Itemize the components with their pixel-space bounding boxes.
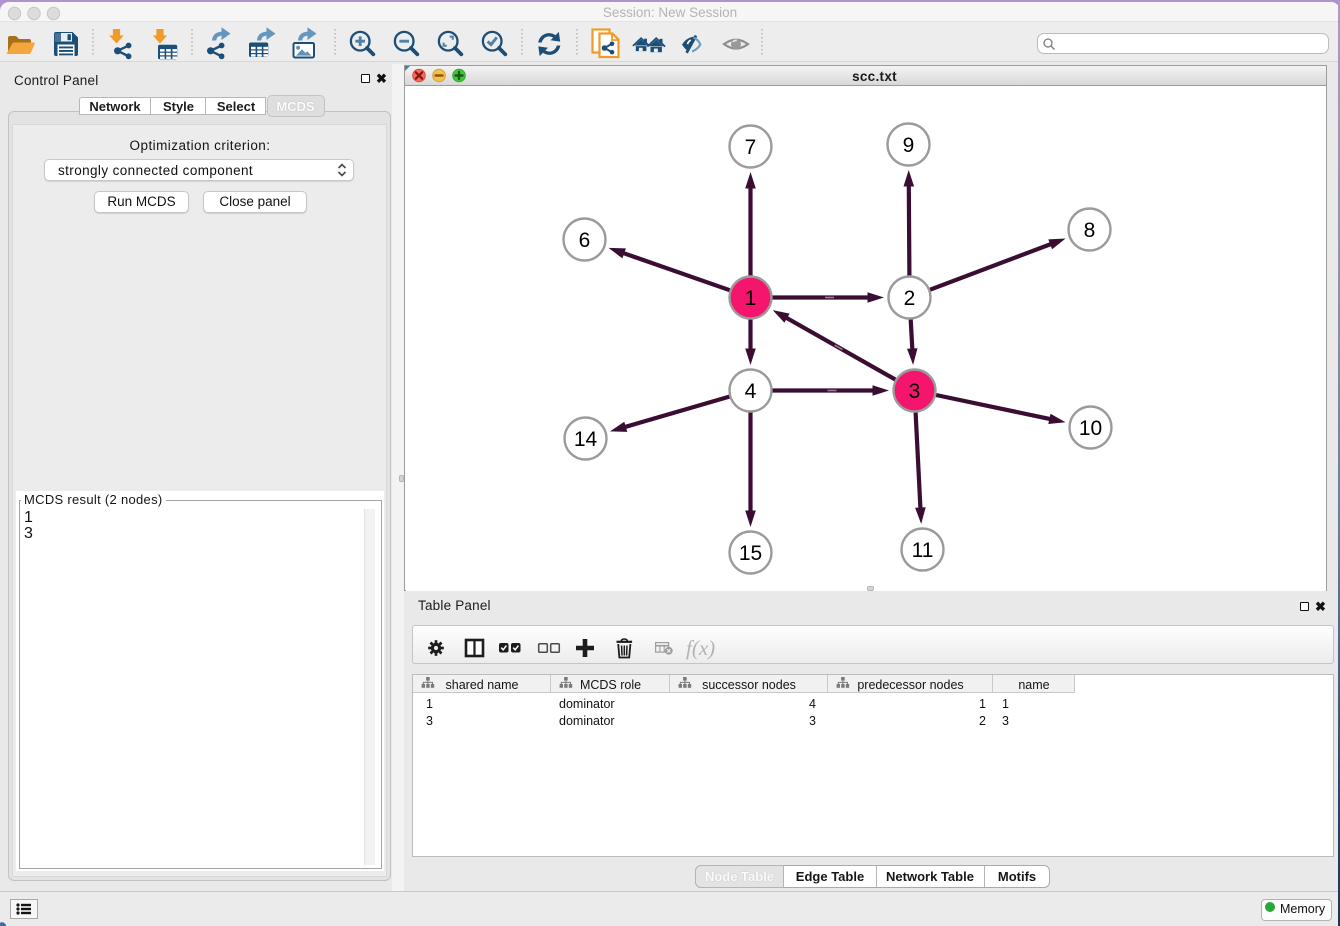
svg-text:10: 10 (1078, 417, 1101, 440)
svg-text:7: 7 (744, 136, 756, 159)
svg-text:9: 9 (902, 134, 914, 157)
svg-text:14: 14 (573, 428, 597, 451)
svg-text:8: 8 (1083, 219, 1095, 242)
svg-text:2: 2 (903, 287, 915, 310)
svg-text:11: 11 (911, 539, 933, 562)
svg-text:1: 1 (744, 287, 756, 310)
svg-text:f(x): f(x) (686, 636, 715, 660)
svg-text:4: 4 (744, 380, 756, 403)
svg-text:6: 6 (578, 229, 590, 252)
svg-text:3: 3 (908, 380, 920, 403)
svg-text:15: 15 (738, 542, 761, 565)
